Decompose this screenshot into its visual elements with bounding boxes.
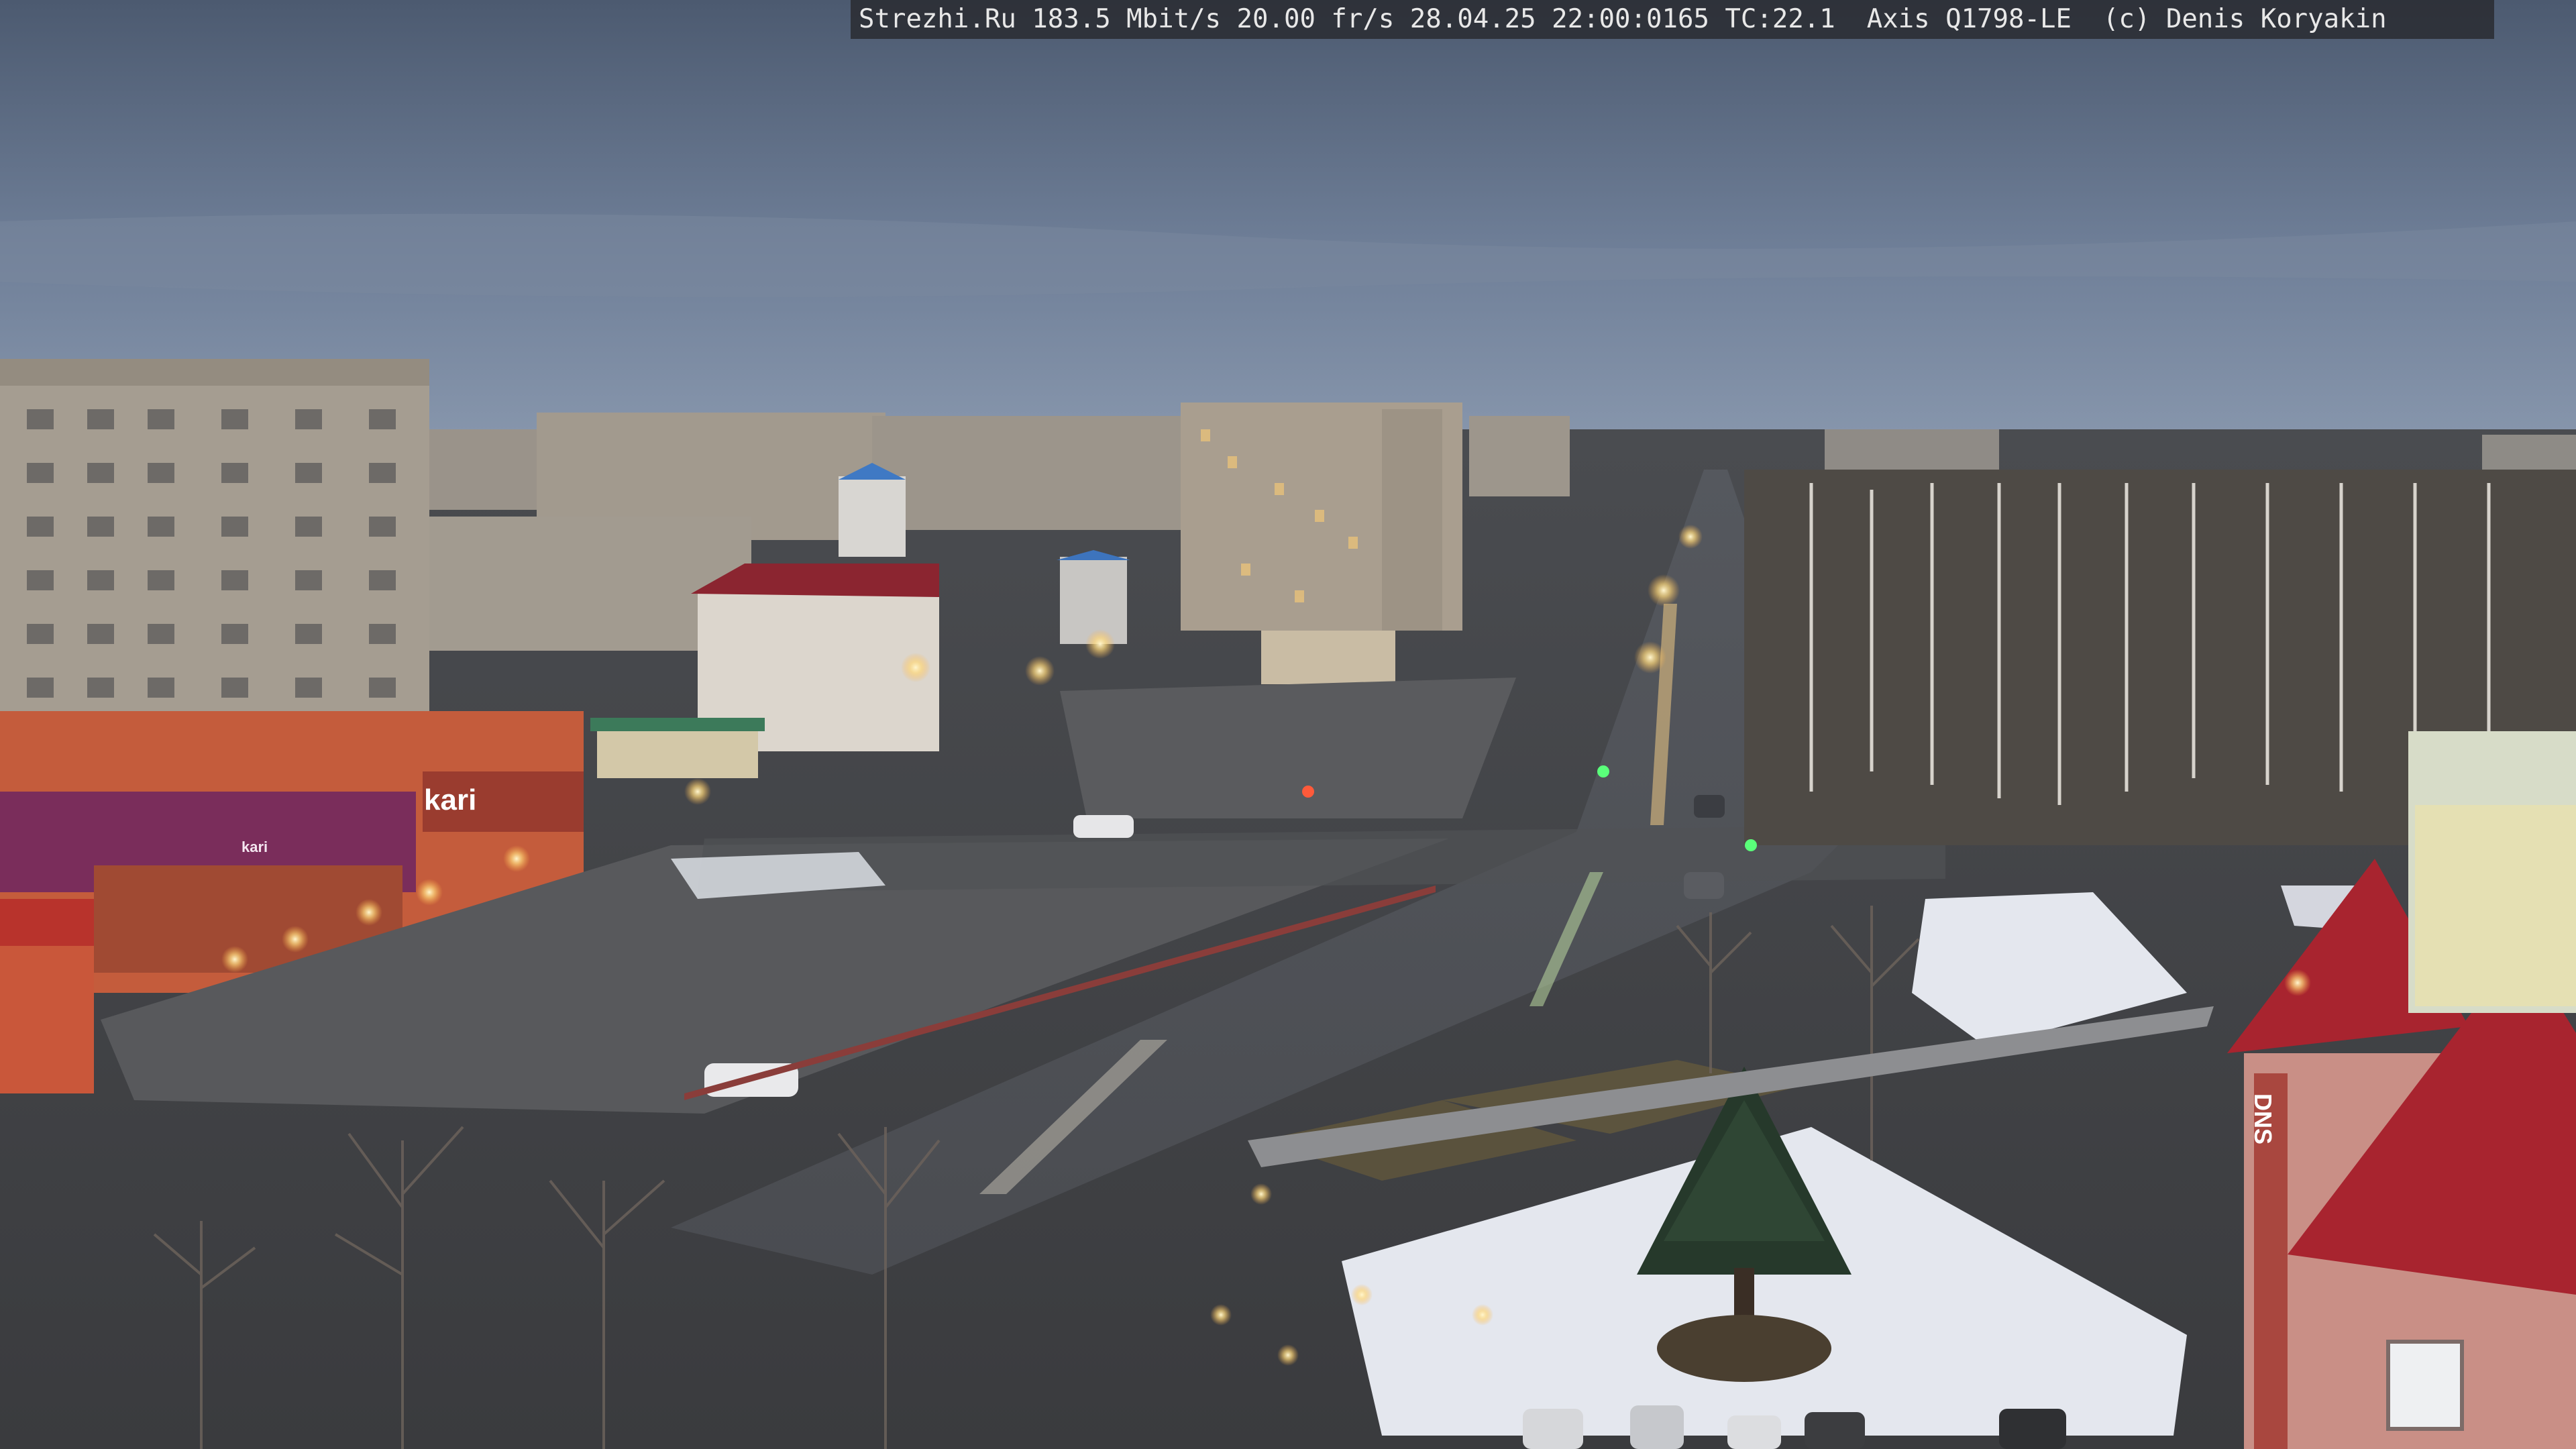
dns-sign: DNS: [2249, 1093, 2277, 1145]
camera-overlay-text: Strezhi.Ru 183.5 Mbit/s 20.00 fr/s 28.04…: [851, 0, 2494, 39]
right-office-building: [2408, 731, 2576, 1013]
kari-sign-secondary: kari: [241, 839, 268, 855]
kiosk: [597, 724, 758, 778]
city-scene: [0, 0, 2576, 1449]
webcam-frame: kari kari DNS Strezhi.Ru 183.5 Mbit/s 20…: [0, 0, 2576, 1449]
kari-sign-main: kari: [424, 784, 477, 816]
central-square: [1060, 678, 1516, 818]
